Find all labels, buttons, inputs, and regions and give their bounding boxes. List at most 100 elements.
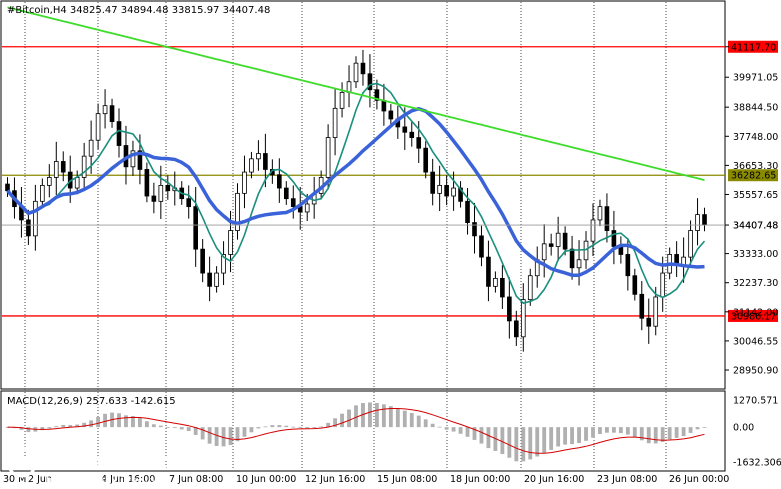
macd-bar-42 — [298, 427, 303, 428]
current-price-label: 34407.48 — [733, 221, 778, 232]
macd-bar-57 — [402, 410, 407, 428]
candle-body-59 — [416, 137, 422, 149]
candle-body-98 — [688, 230, 693, 258]
candle-body-29 — [207, 272, 212, 287]
candle-body-79 — [555, 232, 561, 247]
candle-body-73 — [514, 320, 519, 338]
macd-bar-32 — [228, 427, 233, 445]
candle-body-84 — [590, 219, 596, 242]
candle-body-28 — [200, 248, 205, 274]
macd-bar-83 — [584, 427, 588, 441]
candle-body-93 — [653, 296, 659, 327]
candle-body-22 — [158, 184, 164, 202]
macd-bar-38 — [270, 425, 275, 428]
candle-body-75 — [527, 275, 533, 301]
candle-body-71 — [500, 277, 505, 298]
candle-body-5 — [40, 184, 45, 202]
candle-body-34 — [242, 171, 247, 194]
symbol-ohlc-label: #Bitcoin,H4 34825.47 34894.48 33815.97 3… — [7, 5, 270, 16]
macd-bar-30 — [214, 427, 219, 446]
candlestick-series — [5, 49, 707, 352]
macd-bar-54 — [381, 404, 386, 428]
macd-bar-74 — [521, 427, 526, 462]
candle-body-86 — [604, 206, 610, 231]
candle-body-20 — [144, 169, 150, 197]
candle-body-8 — [60, 161, 66, 173]
candle-body-67 — [472, 222, 477, 237]
macd-bar-60 — [423, 419, 428, 428]
macd-bar-92 — [646, 427, 651, 444]
macd-bar-64 — [451, 427, 456, 432]
macd-bar-65 — [458, 427, 463, 434]
macd-bar-85 — [598, 427, 602, 435]
time-label-7: 18 Jun 00:00 — [450, 474, 510, 485]
candle-body-91 — [639, 293, 645, 319]
brand-tagline: Instant Forex Trading — [46, 474, 162, 487]
candle-body-100 — [702, 214, 707, 226]
candle-body-89 — [625, 254, 631, 277]
price-tick-label-4: 36653.30 — [733, 161, 778, 172]
candle-body-63 — [444, 184, 449, 197]
macd-bar-77 — [542, 427, 547, 453]
candle-body-27 — [193, 206, 199, 250]
macd-bar-7 — [54, 426, 59, 428]
macd-bar-84 — [591, 427, 595, 438]
brand-name: instaforex — [42, 451, 168, 476]
candle-body-92 — [646, 317, 652, 327]
macd-bar-100 — [702, 427, 707, 428]
price-tick-label-8: 32237.30 — [733, 278, 778, 289]
macd-bar-95 — [667, 427, 672, 440]
time-label-3: 7 Jun 08:00 — [169, 474, 223, 485]
candle-body-94 — [660, 272, 666, 298]
macd-bar-87 — [611, 427, 616, 433]
macd-bar-78 — [549, 427, 554, 450]
macd-bar-36 — [256, 427, 261, 429]
candle-body-99 — [695, 214, 700, 231]
candle-body-35 — [249, 158, 254, 173]
candle-body-11 — [81, 155, 87, 178]
macd-bar-99 — [695, 427, 700, 430]
macd-bar-69 — [486, 427, 491, 449]
candle-body-41 — [290, 198, 296, 208]
macd-bar-81 — [570, 427, 574, 445]
candle-body-16 — [116, 121, 122, 146]
candle-body-12 — [88, 139, 94, 157]
candle-body-80 — [562, 232, 568, 250]
macd-bar-72 — [507, 427, 512, 458]
macd-bar-22 — [158, 425, 163, 428]
macd-bar-25 — [179, 427, 184, 430]
macd-bar-89 — [625, 427, 630, 435]
candle-body-66 — [465, 200, 470, 223]
macd-bar-76 — [535, 427, 540, 457]
macd-bar-34 — [242, 427, 247, 437]
candle-body-6 — [46, 177, 52, 186]
candle-body-87 — [611, 230, 617, 247]
candle-body-72 — [507, 296, 512, 322]
price-axis: 39971.05 38844.50 37748.00 36653.30 35557.65… — [2, 46, 778, 377]
macd-bar-44 — [312, 427, 317, 428]
candle-body-58 — [409, 131, 415, 138]
macd-bar-79 — [556, 427, 561, 447]
macd-bar-55 — [388, 406, 393, 428]
candle-body-90 — [632, 275, 638, 295]
macd-bar-12 — [89, 420, 94, 428]
time-label-9: 23 Jun 08:00 — [597, 474, 657, 485]
candle-body-23 — [165, 184, 171, 192]
macd-bar-20 — [144, 421, 149, 428]
candle-body-36 — [256, 153, 261, 160]
time-label-4: 10 Jun 00:00 — [236, 474, 296, 485]
level-value-1: 36282.65 — [731, 171, 776, 182]
macd-bar-61 — [430, 423, 435, 428]
candle-body-46 — [325, 137, 331, 178]
candle-body-10 — [74, 177, 80, 189]
macd-bar-53 — [374, 402, 379, 428]
candle-body-70 — [493, 277, 498, 287]
macd-bar-40 — [284, 425, 289, 428]
candle-body-61 — [430, 171, 435, 194]
candle-body-26 — [186, 198, 192, 208]
macd-bar-41 — [291, 426, 296, 428]
candle-body-83 — [583, 240, 589, 261]
candle-body-14 — [102, 105, 108, 115]
macd-bar-96 — [674, 427, 679, 438]
macd-bar-73 — [514, 427, 519, 462]
